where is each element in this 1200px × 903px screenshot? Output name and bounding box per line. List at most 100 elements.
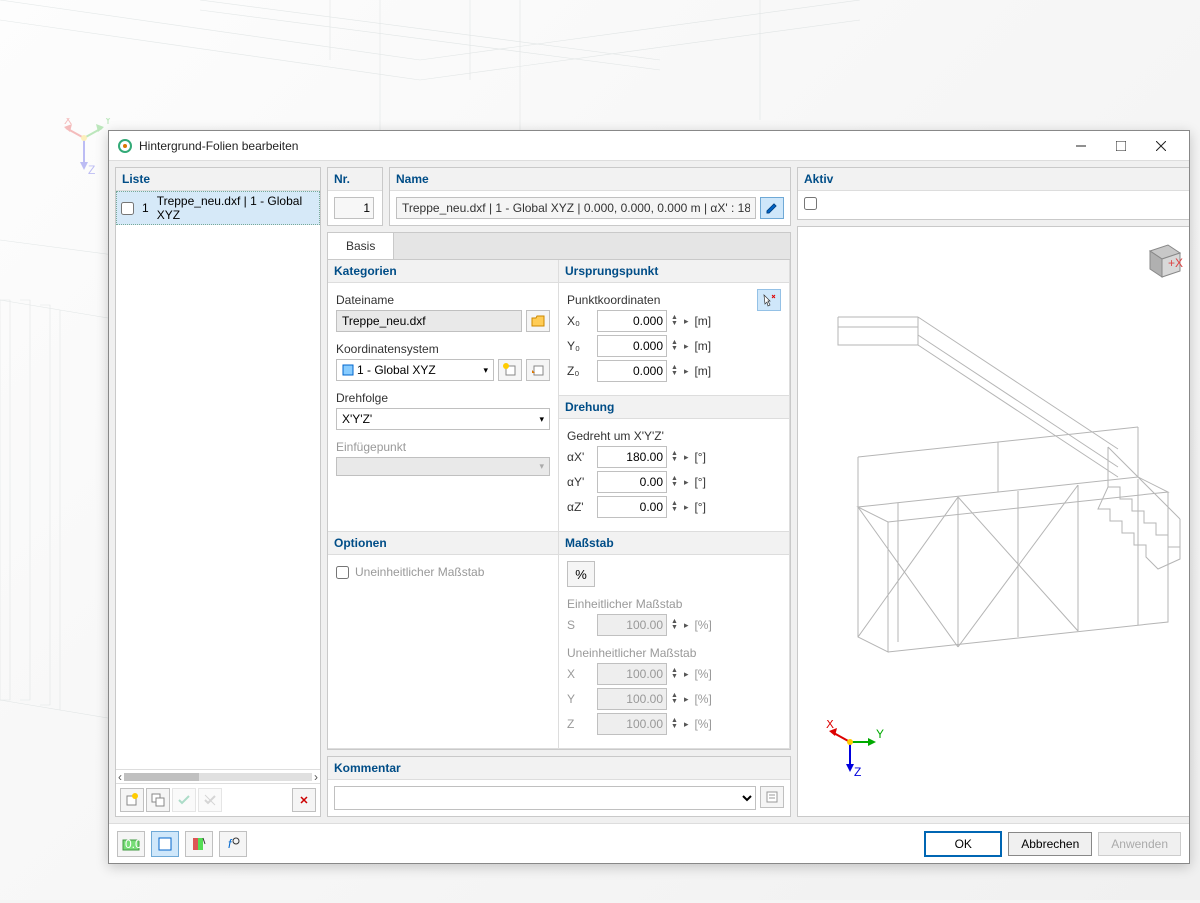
uneinheitlich-checkbox-row[interactable]: Uneinheitlicher Maßstab (336, 561, 550, 583)
uneinheitlich-label: Uneinheitlicher Maßstab (355, 565, 484, 579)
kommentar-header: Kommentar (328, 757, 790, 780)
svg-text:f: f (228, 837, 233, 851)
s-label: S (567, 618, 593, 632)
minimize-button[interactable] (1061, 132, 1101, 160)
az-pick[interactable]: ▸ (682, 502, 691, 513)
aktiv-checkbox[interactable] (804, 197, 817, 210)
z0-input[interactable] (597, 360, 667, 382)
list-body[interactable]: 1 Treppe_neu.dxf | 1 - Global XYZ (116, 191, 320, 769)
kategorien-header: Kategorien (328, 260, 558, 283)
mx-input (597, 663, 667, 685)
dialog-footer: 0.00 f OK Abbrechen Anwenden (109, 823, 1189, 863)
y0-pick[interactable]: ▸ (682, 341, 691, 352)
az-input[interactable] (597, 496, 667, 518)
list-toolbar: ✕ (116, 783, 320, 816)
titlebar: Hintergrund-Folien bearbeiten (109, 131, 1189, 161)
x0-input[interactable] (597, 310, 667, 332)
tab-container: Basis Kategorien Dateiname (327, 232, 791, 750)
z0-pick[interactable]: ▸ (682, 366, 691, 377)
right-column: Aktiv +X (797, 167, 1189, 817)
list-horizontal-scrollbar[interactable]: ‹› (116, 769, 320, 783)
pick-point-button[interactable] (757, 289, 781, 311)
dialog-title: Hintergrund-Folien bearbeiten (139, 139, 1061, 153)
punktkoord-label: Punktkoordinaten (567, 293, 737, 307)
massstab-panel: Maßstab % Einheitlicher Maßstab S ▲▼ ▸ [… (559, 532, 790, 749)
y0-stepper[interactable]: ▲▼ (671, 340, 678, 352)
browse-file-button[interactable] (526, 310, 550, 332)
x0-stepper[interactable]: ▲▼ (671, 315, 678, 327)
list-header: Liste (116, 168, 320, 191)
new-item-button[interactable] (120, 788, 144, 812)
koord-combo[interactable]: 1 - Global XYZ ▾ (336, 359, 494, 381)
list-item-text: Treppe_neu.dxf | 1 - Global XYZ (157, 194, 315, 222)
svg-text:Z: Z (88, 163, 95, 177)
ay-input[interactable] (597, 471, 667, 493)
copy-item-button[interactable] (146, 788, 170, 812)
display-button[interactable] (151, 831, 179, 857)
mz-input (597, 713, 667, 735)
gedreht-label: Gedreht um X'Y'Z' (567, 429, 781, 443)
check-all-button[interactable] (172, 788, 196, 812)
dateiname-label: Dateiname (336, 293, 550, 307)
x0-pick[interactable]: ▸ (682, 316, 691, 327)
delete-item-button[interactable]: ✕ (292, 788, 316, 812)
uneinheitlich-checkbox[interactable] (336, 566, 349, 579)
svg-text:Y: Y (876, 727, 884, 741)
kategorien-panel: Kategorien Dateiname Koordinatensystem (328, 260, 559, 532)
ax-stepper[interactable]: ▲▼ (671, 451, 678, 463)
svg-text:X: X (826, 720, 834, 731)
drehung-panel: Drehung Gedreht um X'Y'Z' αX' ▲▼ ▸ [°] (559, 396, 790, 532)
maximize-button[interactable] (1101, 132, 1141, 160)
ursprung-header: Ursprungspunkt (559, 260, 789, 283)
uneinheitlich-massstab-label: Uneinheitlicher Maßstab (567, 646, 781, 660)
name-input[interactable] (396, 197, 756, 219)
s-input (597, 614, 667, 636)
einfuege-combo: ▾ (336, 457, 550, 476)
tab-basis[interactable]: Basis (328, 233, 394, 259)
ay-pick[interactable]: ▸ (682, 477, 691, 488)
close-button[interactable] (1141, 132, 1181, 160)
nr-input[interactable] (334, 197, 374, 219)
percent-button[interactable]: % (567, 561, 595, 587)
dateiname-input[interactable] (336, 310, 522, 332)
new-koord-button[interactable] (498, 359, 522, 381)
y0-label: Y₀ (567, 339, 593, 353)
navigation-cube[interactable]: +X (1138, 235, 1186, 283)
cancel-button[interactable]: Abbrechen (1008, 832, 1092, 856)
massstab-header: Maßstab (559, 532, 789, 555)
drehfolge-label: Drehfolge (336, 391, 550, 405)
y0-input[interactable] (597, 335, 667, 357)
edit-koord-button[interactable] (526, 359, 550, 381)
aktiv-panel: Aktiv (797, 167, 1189, 220)
ax-pick[interactable]: ▸ (682, 452, 691, 463)
ax-input[interactable] (597, 446, 667, 468)
list-item-checkbox[interactable] (121, 202, 134, 215)
preview-viewport-3d[interactable]: +X (798, 227, 1189, 816)
units-button[interactable]: 0.00 (117, 831, 145, 857)
z0-stepper[interactable]: ▲▼ (671, 365, 678, 377)
svg-text:+X: +X (1168, 256, 1183, 270)
apply-button[interactable]: Anwenden (1098, 832, 1181, 856)
colors-button[interactable] (185, 831, 213, 857)
koord-label: Koordinatensystem (336, 342, 550, 356)
drehfolge-combo[interactable]: X'Y'Z' ▾ (336, 408, 550, 430)
x0-label: X₀ (567, 314, 593, 328)
help-button[interactable]: f (219, 831, 247, 857)
einheitlich-label: Einheitlicher Maßstab (567, 597, 781, 611)
ok-button[interactable]: OK (924, 831, 1002, 857)
list-item[interactable]: 1 Treppe_neu.dxf | 1 - Global XYZ (116, 191, 320, 225)
uncheck-all-button[interactable] (198, 788, 222, 812)
az-label: αZ' (567, 500, 593, 514)
svg-text:0.00: 0.00 (125, 837, 140, 851)
kommentar-combo[interactable] (334, 786, 756, 810)
optionen-header: Optionen (328, 532, 558, 555)
nr-panel: Nr. (327, 167, 383, 226)
az-stepper[interactable]: ▲▼ (671, 501, 678, 513)
kommentar-edit-button[interactable] (760, 786, 784, 808)
name-header: Name (390, 168, 790, 191)
z0-label: Z₀ (567, 364, 593, 378)
tab-bar: Basis (327, 232, 791, 259)
middle-column: Nr. Name Basis (327, 167, 791, 817)
ay-stepper[interactable]: ▲▼ (671, 476, 678, 488)
edit-name-button[interactable] (760, 197, 784, 219)
